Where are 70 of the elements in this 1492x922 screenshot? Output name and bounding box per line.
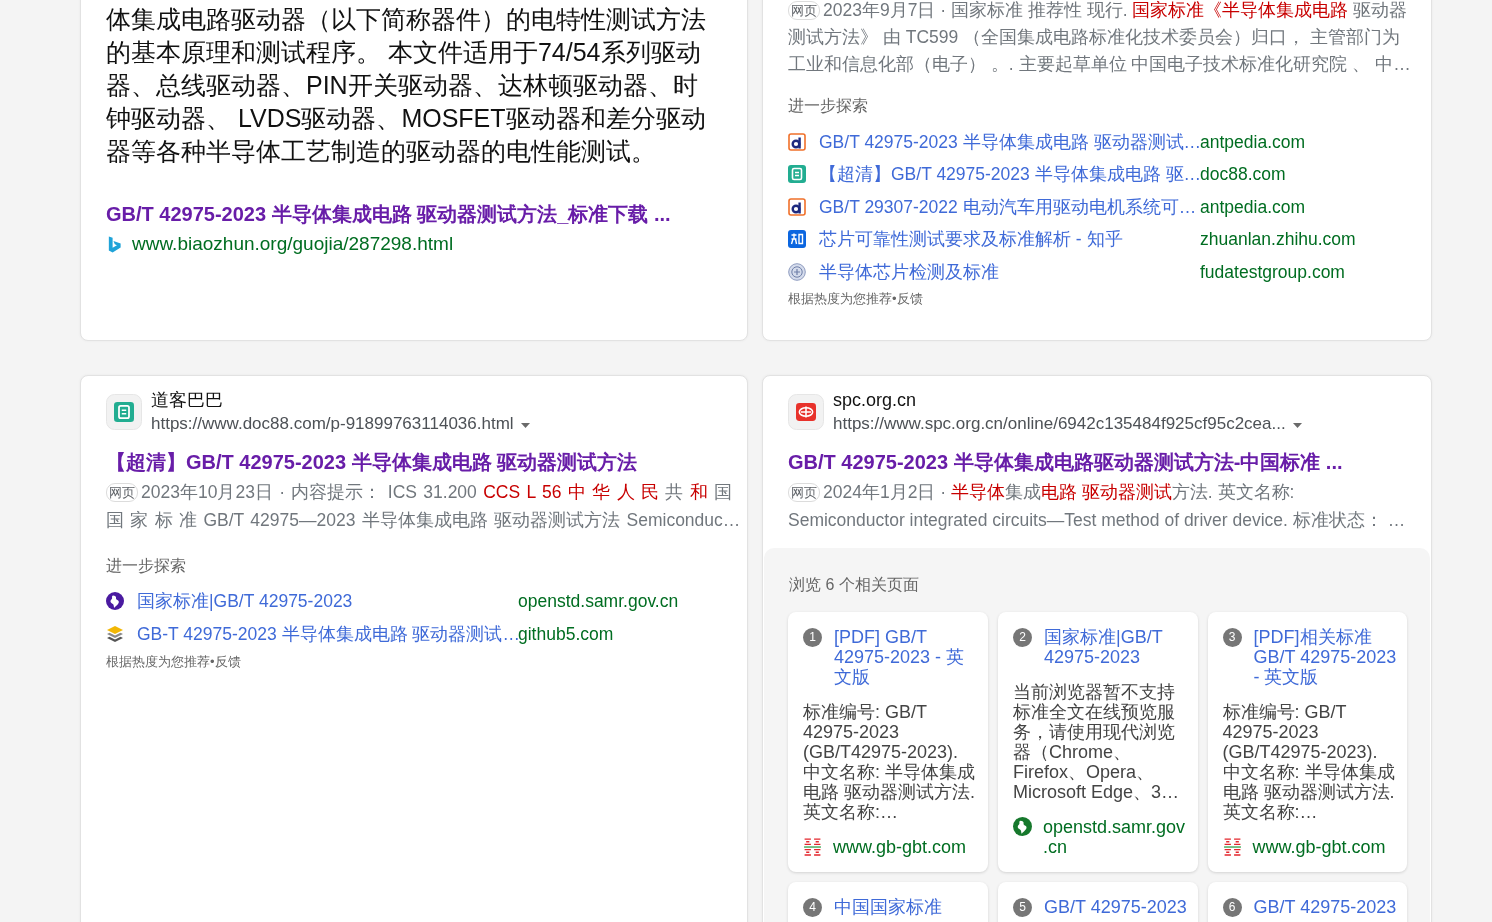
globe-icon — [106, 592, 124, 610]
related-page-link[interactable]: 国家标准|GB/T 42975-2023 — [1044, 627, 1189, 667]
explore-link[interactable]: GB-T 42975-2023 半导体集成电路 驱动器测试… — [137, 620, 518, 648]
recommendation-note[interactable]: 根据热度为您推荐•反馈 — [106, 652, 723, 671]
domain-text: openstd.samr.gov.cn — [518, 589, 680, 613]
result-title-link[interactable]: 【超清】GB/T 42975-2023 半导体集成电路 驱动器测试方法 — [106, 448, 723, 476]
related-page-link[interactable]: GB/T 42975-2023 — [1253, 897, 1397, 917]
related-page-link[interactable]: [PDF] GB/T 42975-2023 - 英文版 — [834, 627, 979, 687]
rank-number: 3 — [1222, 627, 1242, 647]
frame-tile-icon — [788, 165, 806, 184]
rank-number: 5 — [1013, 897, 1032, 917]
layers-icon — [106, 625, 124, 643]
domain-text: zhuanlan.zhihu.com — [1200, 228, 1357, 252]
explore-link[interactable]: 半导体芯片检测及标准 — [819, 258, 1200, 285]
domain-text: github5.com — [518, 622, 615, 646]
explore-link[interactable]: GB/T 29307-2022 电动汽车用驱动电机系统可… — [819, 193, 1200, 220]
stripes-logo-icon — [1222, 837, 1242, 856]
related-page-card[interactable]: 1 [PDF] GB/T 42975-2023 - 英文版 标准编号: GB/T 42975-2023 (GB/T42975-2023). 中文名称: 半导体集成电路 驱动器测试方法. 英文名称:… www.gb-gbt.com — [788, 612, 988, 872]
related-page-text: 标准编号: GB/T 42975-2023 (GB/T42975-2023). 中文名称: 半导体集成电路 驱动器测试方法. 英文名称:… — [803, 702, 976, 822]
site-url[interactable]: https://www.doc88.com/p-91899763114036.html — [151, 412, 514, 436]
domain-text: www.gb-gbt.com — [1252, 837, 1386, 857]
related-page-text: 标准编号: GB/T 42975-2023 (GB/T42975-2023). 中文名称: 半导体集成电路 驱动器测试方法. 英文名称:… — [1222, 702, 1396, 822]
result-snippet: 网页 2023年10月23日 · 内容提示： ICS 31.200 CCS L 56 中 华 人 民 共 和 国国 家 标 准 GB/T 42975—2023 半导体集成电路 驱动器测试方法 Semiconduc… — [106, 481, 742, 532]
explore-link[interactable]: 【超清】GB/T 42975-2023 半导体集成电路 驱… — [819, 161, 1200, 188]
explore-heading: 进一步探索 — [106, 556, 187, 576]
site-name: spc.org.cn — [833, 389, 918, 412]
swoosh-icon — [106, 235, 123, 253]
explore-link[interactable]: GB/T 42975-2023 半导体集成电路 驱动器测试… — [819, 128, 1200, 155]
ring-tile-icon — [788, 197, 806, 216]
domain-text: www.gb-gbt.com — [833, 837, 967, 857]
result-text: 体集成电路驱动器（以下简称器件）的电特性测试方法的基本原理和测试程序。 本文件适用于74/54系列驱动器、总线驱动器、PIN开关驱动器、达林顿驱动器、时钟驱动器、 LVDS驱动器、MOSFET驱动器和差分驱动器等各种半导体工艺制造的驱动器的电性能测试。 — [106, 4, 707, 167]
related-page-link[interactable]: [PDF]相关标准 GB/T 42975-2023 - 英文版 — [1253, 627, 1398, 687]
emblem-icon — [788, 394, 824, 430]
seal-icon — [788, 262, 806, 281]
square-logo-icon — [788, 230, 806, 249]
result-snippet: 网页 2023年9月7日 · 国家标准 推荐性 现行. 国家标准《半导体集成电路 驱动器测试方法》 由 TC599 （全国集成电路标准化技术委员会）归口， 主管部门为工业和信息化部（电子） 。. 主要起草单位 中国电子技术标准化研究院 、 中… — [788, 0, 1412, 76]
domain-text: antpedia.com — [1200, 130, 1307, 154]
ring-tile-icon — [788, 132, 806, 151]
globe-icon — [1013, 817, 1032, 836]
domain-text: antpedia.com — [1200, 195, 1307, 219]
related-page-card[interactable]: 2 国家标准|GB/T 42975-2023 当前浏览器暂不支持标准全文在线预览服务，请使用现代浏览器（Chrome、Firefox、Opera、Microsoft Edge、3… openstd.samr.gov.cn — [998, 612, 1198, 872]
related-page-text: 当前浏览器暂不支持标准全文在线预览服务，请使用现代浏览器（Chrome、Firefox、Opera、Microsoft Edge、3… — [1013, 682, 1181, 802]
explore-heading: 进一步探索 — [788, 96, 869, 116]
site-name: 道客巴巴 — [151, 389, 224, 412]
result-title-link[interactable]: GB/T 42975-2023 半导体集成电路 驱动器测试方法_标准下载 ... — [106, 200, 723, 228]
rank-number: 1 — [803, 627, 822, 647]
rank-number: 2 — [1013, 627, 1032, 647]
related-page-card[interactable]: 4 中国国家标准 — [788, 882, 988, 922]
result-snippet: 网页 2024年1月2日 · 半导体集成电路 驱动器测试方法. 英文名称: Semiconductor integrated circuits—Test method of driver device. 标准状态： … — [788, 481, 1407, 532]
domain-text: doc88.com — [1200, 163, 1287, 187]
stripes-logo-icon — [803, 837, 822, 856]
domain-text: openstd.samr.gov.cn — [1043, 817, 1187, 857]
explore-link[interactable]: 国家标准|GB/T 42975-2023 — [137, 587, 518, 615]
caret-icon[interactable] — [1292, 423, 1302, 428]
related-page-link[interactable]: 中国国家标准 — [834, 897, 942, 917]
rank-number: 4 — [803, 897, 822, 917]
explore-link[interactable]: 芯片可靠性测试要求及标准解析 - 知乎 — [819, 226, 1200, 253]
source-url[interactable]: www.biaozhun.org/guojia/287298.html — [132, 231, 454, 257]
frame-tile-icon — [106, 394, 142, 430]
rank-number: 6 — [1222, 897, 1242, 917]
domain-text: fudatestgroup.com — [1200, 260, 1346, 284]
site-url[interactable]: https://www.spc.org.cn/online/6942c135484f925cf95c2cea... — [833, 412, 1286, 436]
related-page-card[interactable]: 5 GB/T 42975-2023 — [998, 882, 1198, 922]
related-page-link[interactable]: GB/T 42975-2023 — [1044, 897, 1187, 917]
result-title-link[interactable]: GB/T 42975-2023 半导体集成电路驱动器测试方法-中国标准 ... — [788, 448, 1407, 476]
related-page-card[interactable]: 3 [PDF]相关标准 GB/T 42975-2023 - 英文版 标准编号: GB/T 42975-2023 (GB/T42975-2023). 中文名称: 半导体集成电路 驱动器测试方法. 英文名称:… www.gb-gbt.com — [1207, 612, 1407, 872]
caret-icon[interactable] — [520, 423, 530, 428]
related-page-card[interactable]: 6 GB/T 42975-2023 — [1207, 882, 1407, 922]
related-heading: 浏览 6 个相关页面 — [788, 575, 920, 595]
recommendation-note[interactable]: 根据热度为您推荐•反馈 — [788, 290, 1407, 308]
